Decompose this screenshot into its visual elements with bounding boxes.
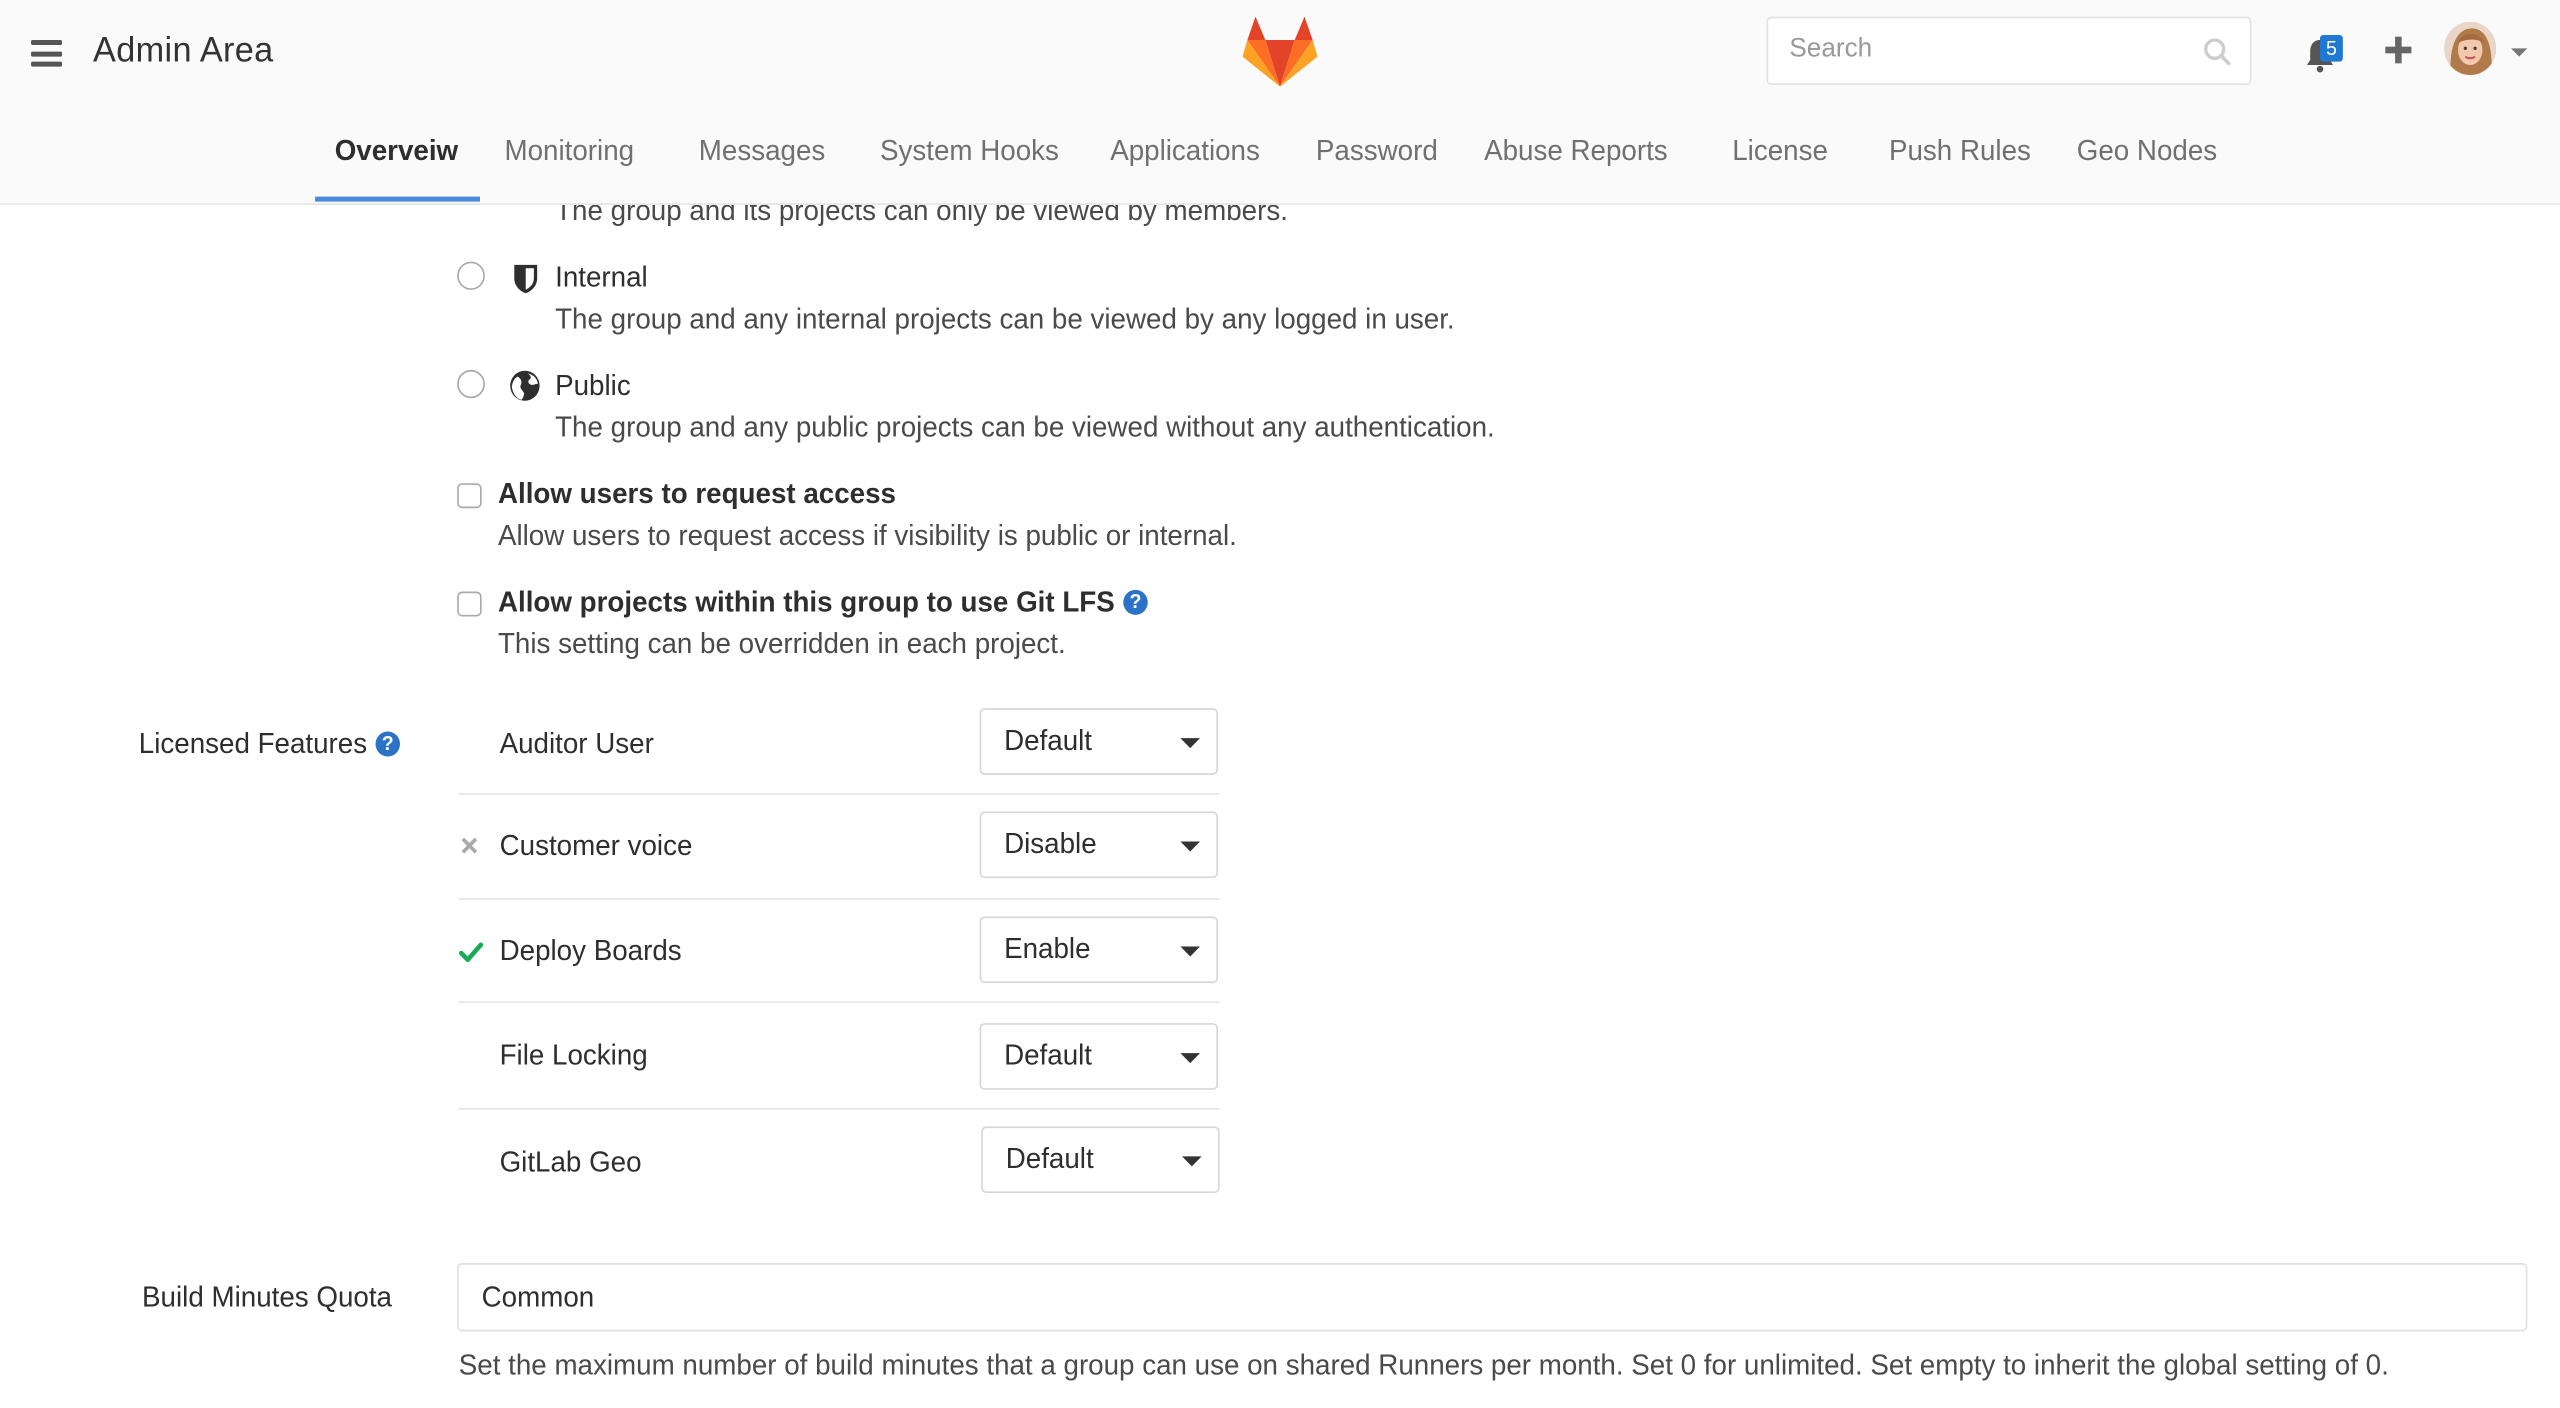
tab-applications[interactable]: Applications [1110,135,1260,168]
git-lfs-label: Allow projects within this group to use … [497,586,1115,619]
feature-select[interactable]: Disable [979,811,1218,879]
feature-select[interactable]: Default [979,1023,1218,1090]
build-minutes-help: Set the maximum number of build minutes … [458,1349,2389,1382]
tab-push-rules[interactable]: Push Rules [1889,135,2031,168]
gitlab-logo-icon[interactable] [1241,13,1319,90]
avatar[interactable] [2444,21,2497,75]
caret-down-icon [1182,1156,1202,1167]
question-circle-icon[interactable]: ? [1123,589,1148,615]
chevron-down-icon[interactable] [2511,48,2528,57]
feature-name: Deploy Boards [499,934,682,967]
git-lfs-checkbox[interactable] [457,591,482,617]
caret-down-icon [1180,946,1200,957]
feature-select[interactable]: Default [981,1126,1220,1194]
git-lfs-help: This setting can be overridden in each p… [497,628,1066,660]
row-divider [458,898,1220,900]
row-divider [458,1108,1220,1110]
internal-radio[interactable] [457,261,485,290]
feature-select-value: Default [1004,724,1093,757]
licensed-features-label: Licensed Features [138,728,368,760]
tab-password[interactable]: Password [1316,135,1438,168]
shield-icon [514,264,538,294]
tab-messages[interactable]: Messages [699,135,826,168]
request-access-help: Allow users to request access if visibil… [497,519,1237,552]
globe-icon [510,370,540,401]
internal-label: Internal [555,261,648,294]
tab-geo-nodes[interactable]: Geo Nodes [2077,135,2217,168]
tab-monitoring[interactable]: Monitoring [504,135,634,168]
caret-down-icon [1180,1053,1200,1064]
menu-icon[interactable] [31,39,63,67]
feature-select-value: Default [1004,1039,1093,1072]
notification-badge: 5 [2320,34,2343,62]
check-icon [458,942,484,963]
feature-name: File Locking [499,1039,648,1072]
active-tab-indicator [315,196,480,202]
feature-name: Auditor User [499,728,654,760]
tab-system-hooks[interactable]: System Hooks [880,135,1059,168]
request-access-checkbox[interactable] [457,483,482,509]
tab-license[interactable]: License [1732,135,1828,168]
public-help-text: The group and any public projects can be… [555,411,1495,444]
caret-down-icon [1180,841,1200,852]
row-divider [458,793,1220,795]
search-box[interactable] [1766,16,2252,85]
search-input[interactable] [1786,33,2201,67]
feature-name: GitLab Geo [499,1146,642,1179]
feature-select-value: Disable [1004,828,1097,860]
feature-select[interactable]: Enable [979,916,1218,984]
build-minutes-field[interactable] [457,1263,2528,1332]
request-access-label: Allow users to request access [497,478,896,510]
internal-help-text: The group and any internal projects can … [555,303,1455,335]
plus-icon[interactable] [2382,33,2415,66]
tab-abuse-reports[interactable]: Abuse Reports [1484,135,1668,168]
search-icon [2204,38,2231,66]
top-navbar: Admin Area 5 [0,0,2560,205]
question-circle-icon[interactable]: ? [375,731,400,757]
feature-name: Customer voice [499,829,693,862]
caret-down-icon [1180,738,1200,749]
feature-select-value: Enable [1004,933,1091,965]
feature-select-value: Default [1005,1143,1094,1175]
row-divider [458,1001,1220,1004]
build-minutes-input[interactable] [478,1279,2445,1317]
feature-select[interactable]: Default [979,708,1218,775]
build-minutes-label: Build Minutes Quota [142,1281,392,1314]
admin-tabs: Overveiw Monitoring Messages System Hook… [0,130,2560,203]
page-title: Admin Area [93,31,274,70]
close-icon [461,837,478,854]
tab-overview[interactable]: Overveiw [335,135,458,168]
public-label: Public [555,369,631,402]
public-radio[interactable] [457,369,485,399]
